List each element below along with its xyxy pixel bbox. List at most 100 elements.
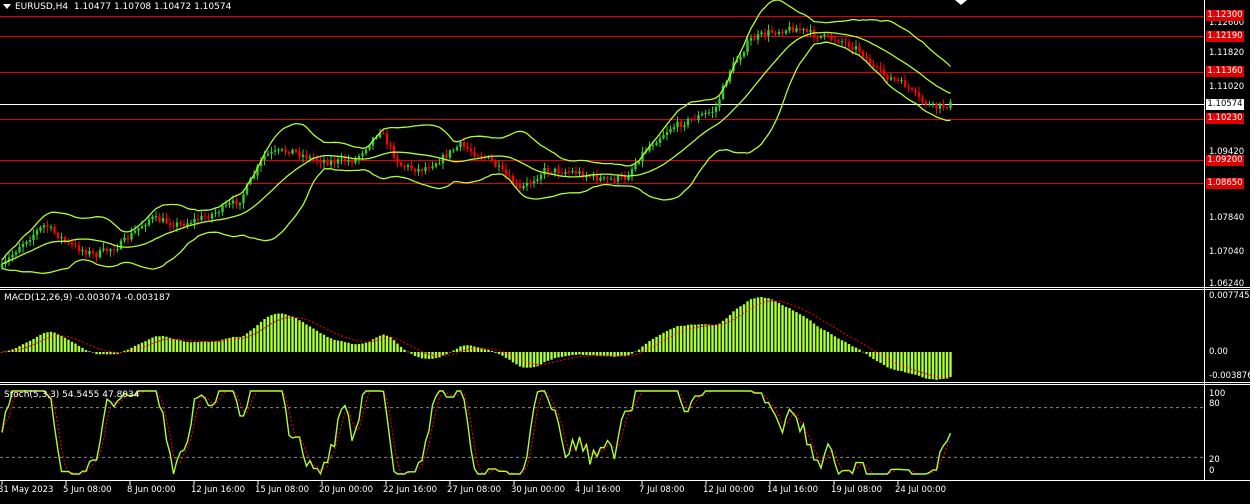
- macd-histogram-bar: [179, 340, 182, 352]
- time-label: 7 Jul 08:00: [639, 485, 685, 495]
- macd-histogram-bar: [889, 352, 893, 369]
- macd-histogram-bar: [525, 352, 529, 368]
- macd-histogram-bar: [245, 333, 249, 352]
- macd-histogram-bar: [872, 352, 875, 360]
- macd-histogram-bar: [574, 352, 578, 355]
- candle-body: [665, 132, 669, 136]
- macd-histogram-bar: [308, 326, 312, 352]
- macd-histogram-bar: [634, 351, 637, 353]
- macd-histogram-bar: [816, 326, 819, 352]
- macd-histogram-bar: [497, 352, 501, 355]
- level-price-box: 1.08650: [1206, 178, 1244, 189]
- candle-body: [683, 125, 686, 127]
- candle-body: [602, 177, 606, 179]
- candle-body: [473, 151, 476, 156]
- macd-histogram-bar: [795, 312, 798, 352]
- candle-body: [196, 218, 200, 220]
- candle-body: [210, 213, 214, 219]
- macd-histogram-bar: [368, 341, 371, 352]
- macd-histogram-bar: [490, 351, 494, 352]
- candle-body: [865, 56, 868, 59]
- candle-body: [942, 103, 945, 108]
- macd-histogram-bar: [301, 322, 305, 352]
- candle-body: [669, 129, 672, 133]
- candle-body: [140, 226, 144, 229]
- candle-body: [424, 167, 427, 172]
- macd-histogram-bar: [273, 314, 277, 352]
- macd-histogram-bar: [763, 297, 767, 352]
- candle-body: [571, 171, 574, 173]
- macd-histogram-bar: [84, 350, 88, 352]
- candle-body: [427, 167, 431, 169]
- candle-body: [833, 39, 837, 41]
- candle-body: [707, 112, 711, 114]
- candle-body: [291, 149, 294, 154]
- candle-body: [81, 250, 84, 252]
- candle-body: [32, 234, 35, 240]
- candle-body: [599, 177, 602, 181]
- macd-histogram-bar: [39, 334, 42, 352]
- macd-histogram-bar: [14, 347, 18, 352]
- candle-body: [910, 88, 914, 90]
- candle-body: [88, 251, 91, 255]
- candle-body: [231, 200, 235, 204]
- macd-histogram-bar: [350, 343, 354, 352]
- candle-body: [847, 42, 851, 47]
- macd-histogram-bar: [385, 335, 389, 352]
- candle-body: [651, 145, 655, 147]
- candle-body: [459, 142, 462, 148]
- macd-histogram-bar: [256, 325, 259, 352]
- candle-body: [882, 69, 886, 76]
- macd-histogram-bar: [732, 311, 735, 352]
- macd-histogram-bar: [518, 352, 522, 367]
- time-label: 8 Jun 00:00: [127, 485, 176, 495]
- candle-body: [221, 205, 224, 213]
- macd-histogram-bar: [721, 320, 725, 352]
- time-label: 20 Jun 00:00: [319, 485, 373, 495]
- candle-body: [21, 243, 25, 248]
- macd-histogram-bar: [399, 346, 403, 352]
- macd-histogram-bar: [910, 352, 914, 374]
- macd-histogram-bar: [658, 334, 662, 352]
- macd-histogram-bar: [571, 352, 574, 355]
- macd-histogram-bar: [588, 352, 592, 356]
- macd-histogram-bar: [718, 323, 721, 352]
- price-tick: 1.07840: [1209, 213, 1245, 223]
- menu-triangle-icon[interactable]: [3, 4, 11, 9]
- candle-body: [445, 154, 448, 158]
- macd-histogram-bar: [361, 343, 364, 352]
- macd-histogram-bar: [564, 352, 567, 357]
- macd-histogram-bar: [130, 347, 133, 352]
- time-label: 31 May 2023: [0, 485, 54, 495]
- candle-body: [746, 40, 749, 53]
- candle-body: [539, 174, 543, 180]
- candle-body: [18, 247, 21, 253]
- macd-histogram-bar: [578, 352, 581, 355]
- macd-tick: 0.007745: [1209, 291, 1250, 301]
- macd-histogram-bar: [494, 352, 497, 353]
- chart-window[interactable]: EURUSD,H4 1.10477 1.10708 1.10472 1.1057…: [0, 0, 1250, 500]
- candle-body: [924, 101, 928, 105]
- macd-histogram-bar: [67, 339, 70, 352]
- candle-body: [224, 204, 228, 206]
- macd-histogram-bar: [854, 347, 858, 352]
- macd-histogram-bar: [550, 352, 553, 360]
- candle-body: [42, 225, 46, 228]
- bollinger-middle-band: [1, 31, 951, 265]
- candle-body: [494, 160, 497, 167]
- candle-body: [851, 46, 854, 50]
- macd-histogram-bar: [784, 306, 788, 352]
- macd-histogram-bar: [511, 352, 515, 363]
- candle-body: [39, 227, 42, 231]
- macd-histogram-bar: [480, 348, 483, 352]
- candle-body: [25, 241, 28, 244]
- macd-histogram-bar: [77, 346, 81, 352]
- level-price-box: 1.09200: [1206, 155, 1244, 166]
- macd-histogram-bar: [837, 338, 840, 352]
- candle-body: [431, 166, 434, 169]
- candle-body: [529, 182, 532, 184]
- chart-canvas[interactable]: [0, 0, 1250, 500]
- macd-histogram-bar: [182, 341, 186, 352]
- macd-histogram-bar: [707, 324, 711, 352]
- macd-histogram-bar: [931, 352, 935, 380]
